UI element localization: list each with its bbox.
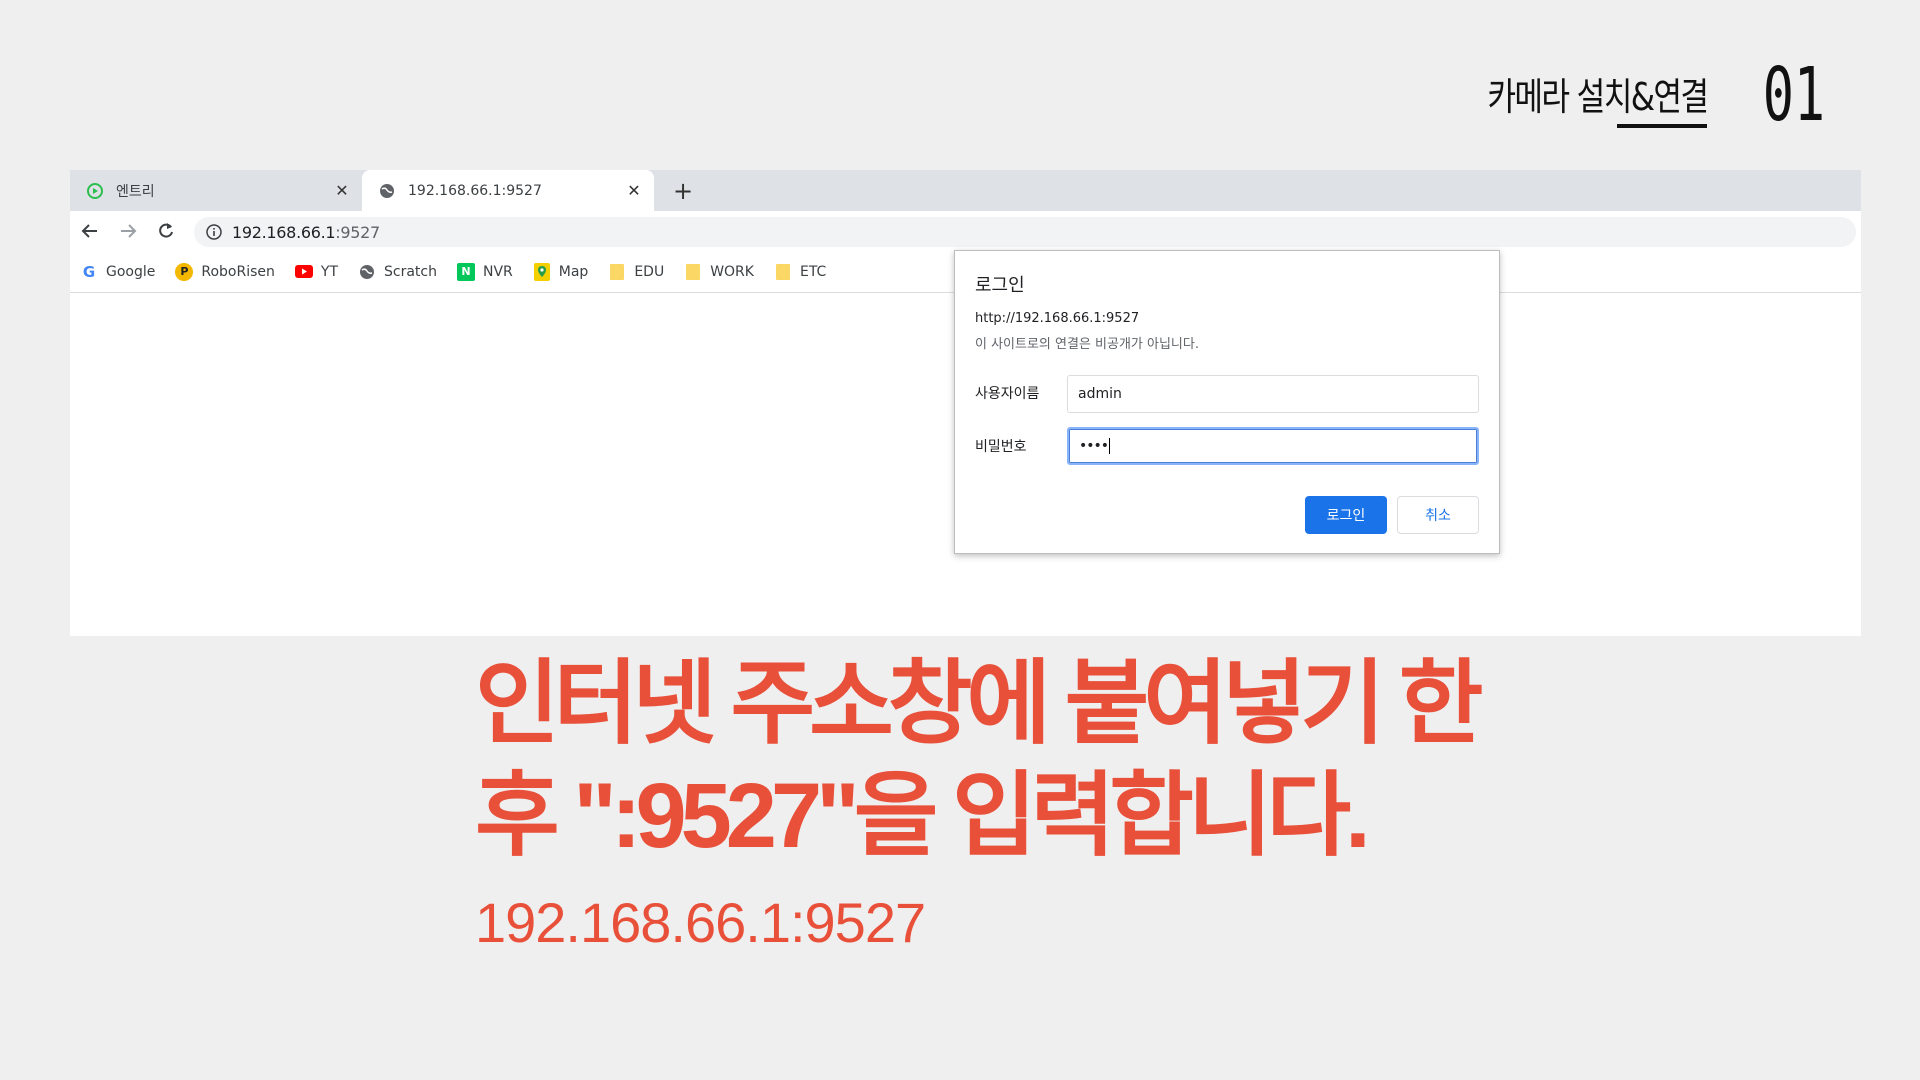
bookmark-label: NVR (482, 263, 513, 280)
dialog-origin: http://192.168.66.1:9527 (975, 311, 1140, 326)
map-icon (533, 262, 551, 281)
cancel-button[interactable]: 취소 (1397, 496, 1479, 534)
url-port: :9527 (335, 222, 380, 242)
tab-camera[interactable]: 192.168.66.1:9527 ✕ (362, 170, 654, 211)
tab-entry[interactable]: 엔트리 ✕ (70, 170, 362, 211)
password-value: •••• (1079, 438, 1109, 454)
section-number: 01 (1762, 52, 1825, 138)
new-tab-button[interactable]: + (668, 176, 698, 206)
caption-line-2: 후 ":9527"을 입력합니다. (475, 765, 1371, 867)
bookmark-yt[interactable]: YT (294, 263, 338, 281)
bookmark-label: EDU (634, 263, 665, 280)
info-icon[interactable] (204, 222, 224, 242)
heading-underline (1617, 124, 1707, 128)
bookmark-label: YT (320, 263, 338, 280)
naver-icon: N (456, 262, 475, 281)
bookmark-nvr[interactable]: N NVR (456, 262, 513, 281)
arrow-left-icon (81, 224, 97, 238)
username-input[interactable]: admin (1067, 375, 1479, 413)
address-url: 192.168.66.1:9527 (232, 223, 380, 242)
close-tab-icon[interactable]: ✕ (332, 181, 352, 201)
bookmark-etc[interactable]: ETC (774, 263, 826, 281)
bookmark-scratch[interactable]: Scratch (358, 263, 437, 281)
slide-heading: 카메라 설치&연결 01 (1425, 52, 1825, 138)
forward-button[interactable] (110, 213, 146, 249)
tab-strip: 엔트리 ✕ 192.168.66.1:9527 ✕ + (70, 170, 1861, 211)
text-caret (1109, 438, 1111, 454)
address-bar[interactable]: 192.168.66.1:9527 (194, 217, 1856, 247)
globe-icon (358, 263, 376, 281)
bookmark-roborisen[interactable]: P RoboRisen (175, 262, 275, 281)
dialog-warning: 이 사이트로의 연결은 비공개가 아닙니다. (975, 337, 1199, 352)
entry-icon (86, 182, 104, 200)
bookmark-label: Google (106, 263, 156, 280)
url-host: 192.168.66.1 (232, 222, 336, 242)
instruction-caption: 인터넷 주소창에 붙여넣기 한 후 ":9527"을 입력합니다. (475, 648, 1483, 872)
password-input[interactable]: •••• (1067, 427, 1479, 465)
login-button[interactable]: 로그인 (1305, 496, 1387, 534)
reload-icon (159, 223, 173, 238)
youtube-icon (294, 263, 313, 281)
bookmark-map[interactable]: Map (533, 262, 589, 281)
tab-title: 엔트리 (116, 183, 155, 200)
bookmark-label: WORK (710, 263, 754, 280)
login-dialog: 로그인 http://192.168.66.1:9527 이 사이트로의 연결은… (954, 250, 1500, 554)
browser-toolbar: 192.168.66.1:9527 (70, 211, 1861, 251)
close-tab-icon[interactable]: ✕ (624, 181, 644, 201)
globe-icon (378, 182, 396, 200)
folder-icon (774, 263, 792, 281)
bookmark-google[interactable]: G Google (80, 262, 156, 281)
google-icon: G (82, 262, 96, 281)
password-label: 비밀번호 (975, 439, 1027, 455)
dialog-title: 로그인 (975, 275, 1025, 296)
bookmark-work[interactable]: WORK (684, 263, 754, 281)
tab-title: 192.168.66.1:9527 (408, 182, 542, 199)
folder-icon (684, 263, 702, 281)
roborisen-icon: P (175, 262, 194, 281)
bookmark-edu[interactable]: EDU (608, 263, 664, 281)
bookmark-label: Scratch (384, 263, 437, 280)
caption-line-1: 인터넷 주소창에 붙여넣기 한 (475, 653, 1483, 755)
back-button[interactable] (72, 213, 108, 249)
username-label: 사용자이름 (975, 386, 1040, 402)
folder-icon (608, 263, 626, 281)
bookmark-label: RoboRisen (201, 263, 275, 280)
bookmark-label: Map (558, 263, 589, 280)
caption-url: 192.168.66.1:9527 (475, 891, 926, 954)
username-value: admin (1078, 386, 1122, 402)
slide-heading-title: 카메라 설치&연결 (1486, 75, 1709, 119)
bookmark-label: ETC (799, 263, 827, 280)
arrow-right-icon (121, 224, 137, 238)
reload-button[interactable] (148, 213, 184, 249)
